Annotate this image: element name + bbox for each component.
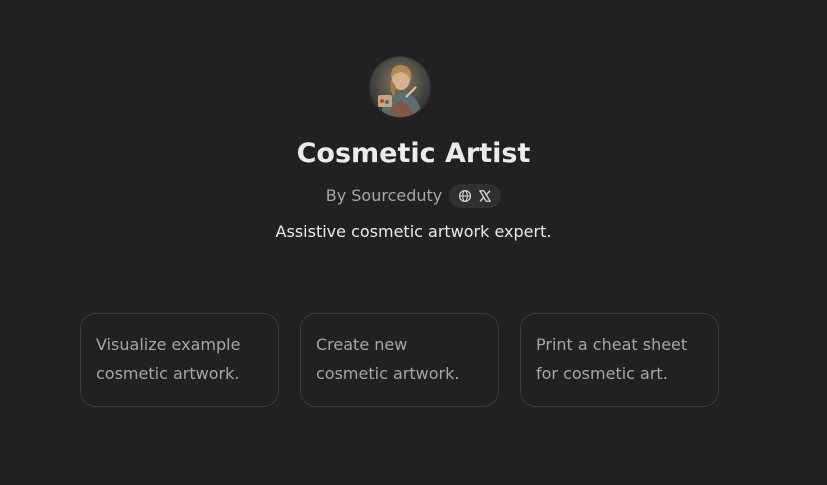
gpt-description: Assistive cosmetic artwork expert. [275,222,552,241]
gpt-landing: Cosmetic Artist By Sourceduty Assistive … [0,0,827,485]
conversation-starters: Visualize example cosmetic artwork. Crea… [80,313,719,407]
gpt-avatar [370,57,430,117]
portrait-avatar-icon [370,57,430,117]
globe-icon[interactable] [458,189,472,203]
gpt-byline: By Sourceduty [0,183,827,209]
gpt-title: Cosmetic Artist [296,138,531,169]
starter-card[interactable]: Create new cosmetic artwork. [300,313,499,407]
x-logo-icon[interactable] [478,189,492,203]
starter-card[interactable]: Print a cheat sheet for cosmetic art. [520,313,719,407]
starter-card[interactable]: Visualize example cosmetic artwork. [80,313,279,407]
author-links [449,184,502,208]
author-text: By Sourceduty [325,186,443,205]
